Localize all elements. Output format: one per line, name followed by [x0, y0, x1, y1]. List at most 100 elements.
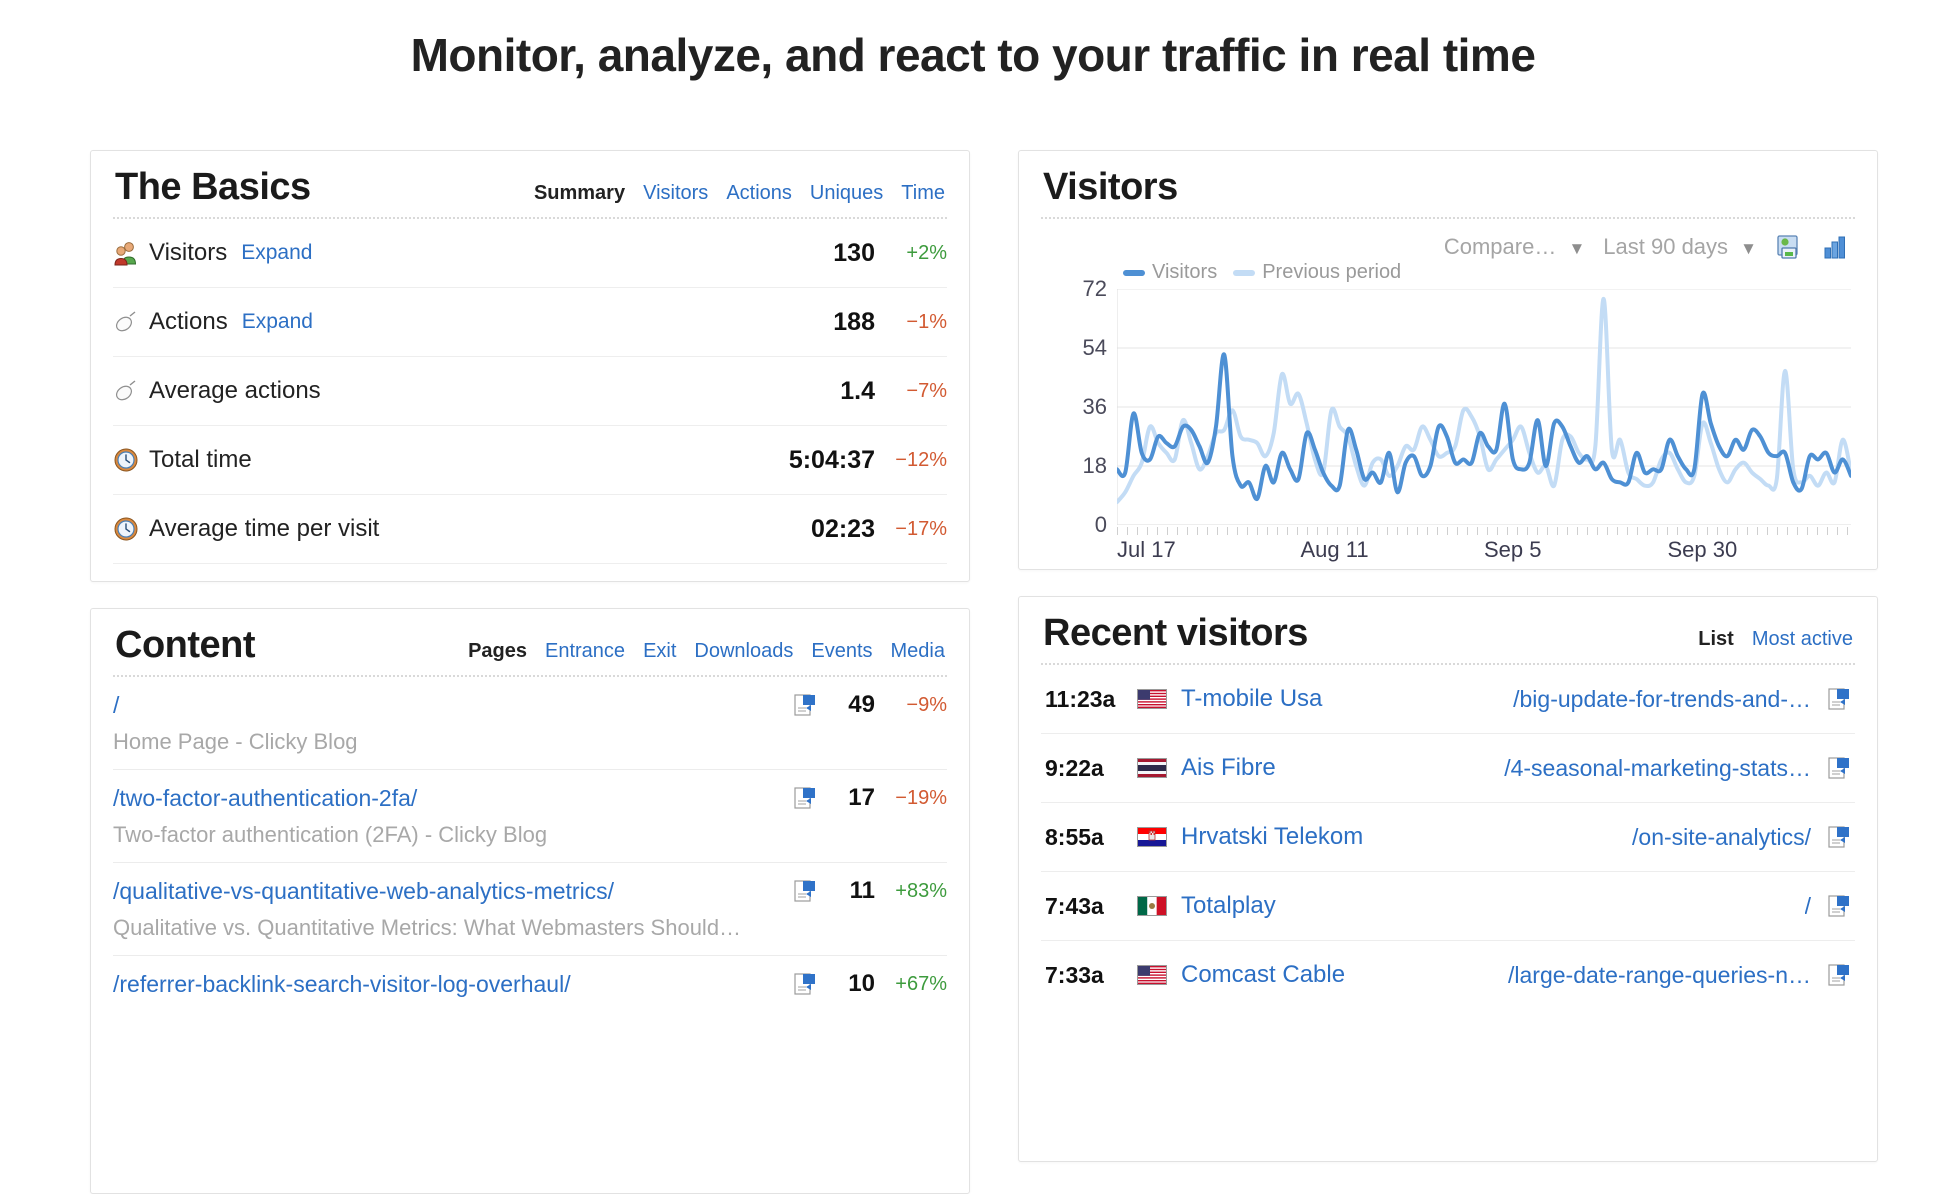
chart-y-axis: 0 18 36 54 72 [1045, 276, 1107, 537]
page-visit-icon[interactable] [793, 692, 817, 718]
legend-swatch-previous [1233, 269, 1256, 276]
chart-legend: Visitors Previous period [1123, 261, 1401, 284]
visitor-isp-link[interactable]: Ais Fibre [1181, 754, 1276, 782]
export-save-icon[interactable] [1775, 233, 1803, 261]
visitor-row[interactable]: 8:55a Hrvatski Telekom /on-site-analytic… [1041, 803, 1855, 872]
legend-item-previous: Previous period [1233, 261, 1401, 284]
bar-chart-icon[interactable] [1821, 233, 1849, 261]
content-delta: −19% [895, 786, 947, 809]
expand-link-visitors[interactable]: Expand [241, 241, 312, 265]
compare-dropdown[interactable]: Compare… ▼ [1444, 234, 1585, 260]
us-flag-icon [1137, 689, 1167, 709]
page-visit-icon[interactable] [793, 785, 817, 811]
content-url-link[interactable]: /two-factor-authentication-2fa/ [113, 785, 793, 812]
visitors-icon [113, 240, 139, 266]
visit-time: 7:33a [1045, 961, 1104, 988]
content-panel-header: Content Pages Entrance Exit Downloads Ev… [91, 609, 969, 667]
page-visit-icon[interactable] [793, 878, 817, 904]
recent-rows: 11:23a T-mobile Usa /big-update-for-tren… [1019, 665, 1877, 1009]
content-url-link[interactable]: /qualitative-vs-quantitative-web-analyti… [113, 878, 793, 905]
visitor-isp-link[interactable]: Hrvatski Telekom [1181, 823, 1363, 851]
content-row[interactable]: /two-factor-authentication-2fa/ 17 −19% … [113, 770, 947, 863]
tab-events[interactable]: Events [811, 640, 872, 663]
basics-rows: Visitors Expand 130 +2% Actions Expand 1… [91, 219, 969, 581]
visit-time: 8:55a [1045, 823, 1104, 850]
visitor-row[interactable]: 7:43a Totalplay / [1041, 872, 1855, 941]
metric-row-total-time[interactable]: Total time 5:04:37 −12% [113, 426, 947, 495]
page-visit-icon[interactable] [1827, 962, 1851, 988]
x-tick-label: Jul 17 [1117, 536, 1176, 562]
tab-most-active[interactable]: Most active [1752, 628, 1853, 651]
y-tick-label: 36 [1082, 393, 1107, 419]
content-panel: Content Pages Entrance Exit Downloads Ev… [90, 608, 970, 1194]
metric-row-bounce-rate[interactable]: Bounce rate 48% +5% [113, 564, 947, 581]
visitor-row[interactable]: 7:33a Comcast Cable /large-date-range-qu… [1041, 941, 1855, 1009]
chevron-down-icon: ▼ [1568, 238, 1586, 258]
visitor-path-link[interactable]: /4-seasonal-marketing-stats… [1504, 755, 1811, 782]
visitor-path-link[interactable]: /big-update-for-trends-and-… [1513, 686, 1811, 713]
expand-link-actions[interactable]: Expand [242, 310, 313, 334]
visitors-chart: Visitors Previous period 0 18 36 54 72 Jul 1… [1045, 261, 1851, 565]
visitor-path-link[interactable]: / [1805, 893, 1811, 920]
metric-label: Average actions [149, 377, 321, 404]
basics-tabs[interactable]: Summary Visitors Actions Uniques Time [534, 182, 945, 209]
page-visit-icon[interactable] [1827, 824, 1851, 850]
content-row[interactable]: /referrer-backlink-search-visitor-log-ov… [113, 956, 947, 1012]
content-delta: +83% [895, 879, 947, 902]
content-url-link[interactable]: /referrer-backlink-search-visitor-log-ov… [113, 971, 793, 998]
th-flag-icon [1137, 758, 1167, 778]
recent-title: Recent visitors [1043, 612, 1308, 654]
y-tick-label: 18 [1082, 452, 1107, 478]
content-delta: +67% [895, 972, 947, 995]
legend-item-visitors: Visitors [1123, 261, 1217, 284]
content-page-title: Two-factor authentication (2FA) - Clicky… [113, 822, 548, 847]
metric-row-average-actions[interactable]: Average actions 1.4 −7% [113, 357, 947, 426]
content-row[interactable]: / 49 −9% Home Page - Clicky Blog [113, 677, 947, 770]
content-value: 17 [848, 784, 875, 811]
tab-downloads[interactable]: Downloads [694, 640, 793, 663]
visitor-isp-link[interactable]: Totalplay [1181, 892, 1276, 920]
date-range-dropdown[interactable]: Last 90 days ▼ [1603, 234, 1757, 260]
chart-svg [1117, 289, 1851, 525]
visitor-row[interactable]: 9:22a Ais Fibre /4-seasonal-marketing-st… [1041, 734, 1855, 803]
tab-pages[interactable]: Pages [468, 640, 527, 663]
tab-actions[interactable]: Actions [726, 182, 792, 205]
visitor-path-link[interactable]: /large-date-range-queries-n… [1508, 962, 1811, 989]
content-row[interactable]: /qualitative-vs-quantitative-web-analyti… [113, 863, 947, 956]
legend-swatch-visitors [1123, 269, 1145, 276]
metric-row-actions[interactable]: Actions Expand 188 −1% [113, 288, 947, 357]
recent-tabs[interactable]: List Most active [1698, 628, 1853, 655]
mx-flag-icon [1137, 896, 1167, 916]
x-tick-label: Aug 11 [1300, 536, 1369, 562]
page-visit-icon[interactable] [1827, 755, 1851, 781]
tab-visitors[interactable]: Visitors [643, 182, 708, 205]
page-visit-icon[interactable] [793, 971, 817, 997]
metric-delta: −1% [906, 310, 947, 333]
legend-label-visitors: Visitors [1152, 260, 1218, 283]
tab-list[interactable]: List [1698, 628, 1734, 651]
content-url-link[interactable]: / [113, 692, 793, 719]
metric-row-average-time[interactable]: Average time per visit 02:23 −17% [113, 495, 947, 564]
visitor-isp-link[interactable]: T-mobile Usa [1181, 685, 1322, 713]
page-title: Monitor, analyze, and react to your traf… [410, 29, 1536, 81]
tab-uniques[interactable]: Uniques [810, 182, 883, 205]
metric-row-visitors[interactable]: Visitors Expand 130 +2% [113, 219, 947, 288]
page-visit-icon[interactable] [1827, 686, 1851, 712]
metric-label: Total time [149, 446, 252, 473]
tab-media[interactable]: Media [891, 640, 945, 663]
visit-time: 7:43a [1045, 892, 1104, 919]
content-title: Content [115, 624, 256, 666]
tab-exit[interactable]: Exit [643, 640, 676, 663]
tab-entrance[interactable]: Entrance [545, 640, 625, 663]
x-tick-label: Sep 5 [1484, 536, 1542, 562]
tab-summary[interactable]: Summary [534, 182, 625, 205]
tab-time[interactable]: Time [901, 182, 945, 205]
metric-delta: +2% [906, 241, 947, 264]
visitor-path-link[interactable]: /on-site-analytics/ [1632, 824, 1811, 851]
visitor-row[interactable]: 11:23a T-mobile Usa /big-update-for-tren… [1041, 665, 1855, 734]
metric-label: Average time per visit [149, 515, 380, 542]
content-tabs[interactable]: Pages Entrance Exit Downloads Events Med… [468, 640, 945, 667]
visitor-isp-link[interactable]: Comcast Cable [1181, 961, 1345, 989]
visit-time: 9:22a [1045, 754, 1104, 781]
page-visit-icon[interactable] [1827, 893, 1851, 919]
